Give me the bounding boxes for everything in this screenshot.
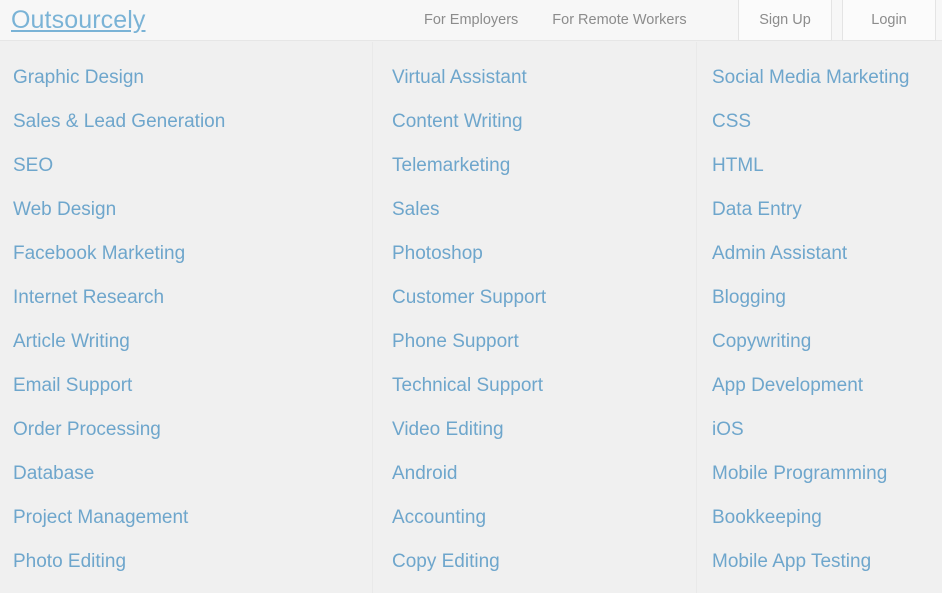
category-link[interactable]: Data Entry [712, 188, 942, 232]
primary-nav: For Employers For Remote Workers [424, 0, 687, 41]
category-list-item: Photo Editing [13, 540, 372, 584]
category-link[interactable]: Admin Assistant [712, 232, 942, 276]
category-link[interactable]: Accounting [392, 496, 696, 540]
category-list-item: Android [392, 452, 696, 496]
category-list-item: App Development [712, 364, 942, 408]
category-list-item: Facebook Marketing [13, 232, 372, 276]
category-column-2: Virtual Assistant Content Writing Telemark… [372, 42, 696, 593]
category-list-item: Social Media Marketing [712, 56, 942, 100]
category-link[interactable]: Order Processing [13, 408, 372, 452]
category-list-item: HTML [712, 144, 942, 188]
category-list-item: Video Editing [392, 408, 696, 452]
category-link[interactable]: iOS [712, 408, 942, 452]
category-link[interactable]: Mobile Programming [712, 452, 942, 496]
category-link[interactable]: Android [392, 452, 696, 496]
category-list-item: Graphic Design [13, 56, 372, 100]
category-list-item: Project Management [13, 496, 372, 540]
category-list-item: Blogging [712, 276, 942, 320]
category-link[interactable]: Mobile App Testing [712, 540, 942, 584]
nav-link-for-remote-workers[interactable]: For Remote Workers [552, 0, 686, 41]
category-link[interactable]: Sales [392, 188, 696, 232]
category-list-1: Graphic Design Sales & Lead Generation SEO… [13, 56, 372, 593]
category-list-item: Article Writing [13, 320, 372, 364]
category-link[interactable]: Graphic Design [13, 56, 372, 100]
category-list-item: Sales & Lead Generation [13, 100, 372, 144]
category-link[interactable]: HR / Payroll [13, 584, 372, 593]
category-list-item: Copy Editing [392, 540, 696, 584]
category-list-item: Photoshop [392, 232, 696, 276]
category-link[interactable]: Article Writing [13, 320, 372, 364]
category-list-item: Bookkeeping [712, 496, 942, 540]
category-link[interactable]: Copy Editing [392, 540, 696, 584]
category-list-item: Internet Research [13, 276, 372, 320]
category-list-item: Technical Support [392, 364, 696, 408]
category-link[interactable]: Project Management [13, 496, 372, 540]
category-link[interactable]: App Development [712, 364, 942, 408]
category-link[interactable]: Facebook Marketing [13, 232, 372, 276]
site-header: Outsourcely For Employers For Remote Wor… [0, 0, 942, 41]
category-list-item: HR / Payroll [13, 584, 372, 593]
category-list-item: Database [13, 452, 372, 496]
category-list-item: Accounting [392, 496, 696, 540]
category-list-item: CSS [712, 100, 942, 144]
category-link[interactable]: Photo Editing [13, 540, 372, 584]
category-list-item: Mobile Programming [712, 452, 942, 496]
category-column-3: Social Media Marketing CSS HTML Data Entry A… [696, 42, 942, 593]
category-list-item: Order Processing [13, 408, 372, 452]
category-list-item: Data Entry [712, 188, 942, 232]
category-list-item: SEO [13, 144, 372, 188]
category-link[interactable]: Sales & Lead Generation [13, 100, 372, 144]
category-list-item: iOS [712, 408, 942, 452]
category-link[interactable]: Copywriting [712, 320, 942, 364]
category-link[interactable]: Database [13, 452, 372, 496]
category-link[interactable]: Internet Research [13, 276, 372, 320]
sign-up-button[interactable]: Sign Up [738, 0, 832, 41]
category-link[interactable]: HTML [712, 144, 942, 188]
category-list-item: Admin Assistant [712, 232, 942, 276]
login-button[interactable]: Login [842, 0, 936, 41]
category-link[interactable]: Virtual Assistant [392, 56, 696, 100]
category-link[interactable]: Web Design [13, 188, 372, 232]
category-list-item: Email Support [13, 364, 372, 408]
page-root: Outsourcely For Employers For Remote Wor… [0, 0, 942, 593]
category-link[interactable]: Phone Support [392, 320, 696, 364]
category-column-1: Graphic Design Sales & Lead Generation SEO… [0, 42, 372, 593]
category-link[interactable]: Telemarketing [392, 144, 696, 188]
category-list-2: Virtual Assistant Content Writing Telemark… [392, 56, 696, 584]
category-list-item: Virtual Assistant [392, 56, 696, 100]
category-link[interactable]: Photoshop [392, 232, 696, 276]
site-logo[interactable]: Outsourcely [11, 4, 146, 36]
category-list-item: Customer Support [392, 276, 696, 320]
category-list-item: Phone Support [392, 320, 696, 364]
category-link[interactable]: Blogging [712, 276, 942, 320]
category-link[interactable]: Video Editing [392, 408, 696, 452]
category-list-item: Web Design [13, 188, 372, 232]
category-list-item: Content Writing [392, 100, 696, 144]
category-link[interactable]: Bookkeeping [712, 496, 942, 540]
category-link[interactable]: Email Support [13, 364, 372, 408]
nav-link-for-employers[interactable]: For Employers [424, 0, 518, 41]
category-link[interactable]: SEO [13, 144, 372, 188]
category-list-item: Telemarketing [392, 144, 696, 188]
auth-button-group: Sign Up Login [728, 0, 936, 41]
category-link[interactable]: Technical Support [392, 364, 696, 408]
category-link[interactable]: CSS [712, 100, 942, 144]
category-list-3: Social Media Marketing CSS HTML Data Entry A… [712, 56, 942, 584]
category-list-item: Sales [392, 188, 696, 232]
category-columns: Graphic Design Sales & Lead Generation SEO… [0, 42, 942, 593]
category-list-item: Mobile App Testing [712, 540, 942, 584]
category-list-item: Copywriting [712, 320, 942, 364]
category-link[interactable]: Customer Support [392, 276, 696, 320]
category-link[interactable]: Social Media Marketing [712, 56, 942, 100]
category-link[interactable]: Content Writing [392, 100, 696, 144]
